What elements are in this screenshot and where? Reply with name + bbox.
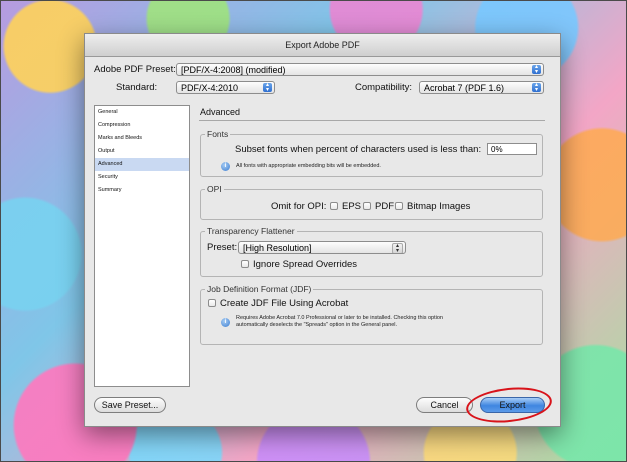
info-icon: i	[221, 162, 230, 171]
export-pdf-dialog: Export Adobe PDF Adobe PDF Preset: [PDF/…	[84, 33, 561, 427]
sidebar-item-advanced[interactable]: Advanced	[95, 158, 189, 171]
sidebar-item-summary[interactable]: Summary	[95, 184, 189, 197]
preset-label: Adobe PDF Preset:	[94, 64, 176, 75]
ignore-spread-overrides-checkbox[interactable]	[241, 260, 249, 268]
sidebar-item-general[interactable]: General	[95, 106, 189, 119]
stepper-icon: ▴ ▾	[392, 243, 403, 253]
opi-group: OPI Omit for OPI: EPS PDF Bitmap Images	[200, 184, 543, 220]
jdf-note-line2: automatically deselects the "Spreads" op…	[236, 322, 398, 328]
sidebar-item-output[interactable]: Output	[95, 145, 189, 158]
stepper-icon: ▴ ▾	[532, 82, 541, 93]
compatibility-value: Acrobat 7 (PDF 1.6)	[424, 83, 505, 93]
cancel-button[interactable]: Cancel	[416, 397, 473, 413]
opi-legend: OPI	[205, 184, 224, 194]
pdf-checkbox[interactable]	[363, 202, 371, 210]
jdf-group: Job Definition Format (JDF) Create JDF F…	[200, 284, 543, 345]
jdf-note-line1: Requires Adobe Acrobat 7.0 Professional …	[236, 315, 443, 321]
pane-divider	[199, 120, 545, 121]
save-preset-button[interactable]: Save Preset...	[94, 397, 166, 413]
standard-select[interactable]: PDF/X-4:2010 ▴ ▾	[176, 81, 275, 94]
fonts-legend: Fonts	[205, 129, 231, 139]
ignore-spread-overrides-label: Ignore Spread Overrides	[253, 259, 358, 270]
compatibility-label: Compatibility:	[355, 82, 413, 93]
fonts-group: Fonts Subset fonts when percent of chara…	[200, 129, 543, 177]
create-jdf-checkbox[interactable]	[208, 299, 216, 307]
standard-label: Standard:	[116, 82, 158, 93]
stepper-icon: ▴ ▾	[532, 64, 541, 75]
preset-value: [PDF/X-4:2008] (modified)	[181, 65, 286, 75]
bitmap-checkbox[interactable]	[395, 202, 403, 210]
eps-label: EPS	[342, 201, 362, 212]
info-icon: i	[221, 318, 230, 327]
pane-title: Advanced	[200, 107, 241, 117]
stepper-icon: ▴ ▾	[263, 82, 272, 93]
compatibility-select[interactable]: Acrobat 7 (PDF 1.6) ▴ ▾	[419, 81, 544, 94]
dialog-title: Export Adobe PDF	[85, 34, 560, 57]
flattener-legend: Transparency Flattener	[205, 226, 297, 236]
preset-select[interactable]: [PDF/X-4:2008] (modified) ▴ ▾	[176, 63, 544, 76]
pdf-label: PDF	[375, 201, 394, 212]
fonts-note: All fonts with appropriate embedding bit…	[236, 163, 381, 169]
transparency-flattener-group: Transparency Flattener Preset: [High Res…	[200, 226, 543, 277]
create-jdf-label: Create JDF File Using Acrobat	[220, 298, 349, 309]
flattener-preset-value: [High Resolution]	[243, 243, 312, 253]
standard-value: PDF/X-4:2010	[181, 83, 239, 93]
jdf-legend: Job Definition Format (JDF)	[205, 284, 314, 294]
sidebar-item-security[interactable]: Security	[95, 171, 189, 184]
flattener-preset-select[interactable]: [High Resolution] ▴ ▾	[238, 241, 406, 254]
eps-checkbox[interactable]	[330, 202, 338, 210]
subset-percent-field[interactable]: 0%	[487, 143, 537, 155]
sidebar-item-marks-and-bleeds[interactable]: Marks and Bleeds	[95, 132, 189, 145]
sidebar-item-compression[interactable]: Compression	[95, 119, 189, 132]
bitmap-label: Bitmap Images	[407, 201, 471, 212]
category-sidebar: General Compression Marks and Bleeds Out…	[94, 105, 190, 387]
flattener-preset-label: Preset:	[207, 242, 238, 253]
omit-opi-label: Omit for OPI:	[271, 201, 327, 212]
subset-label: Subset fonts when percent of characters …	[235, 144, 482, 155]
